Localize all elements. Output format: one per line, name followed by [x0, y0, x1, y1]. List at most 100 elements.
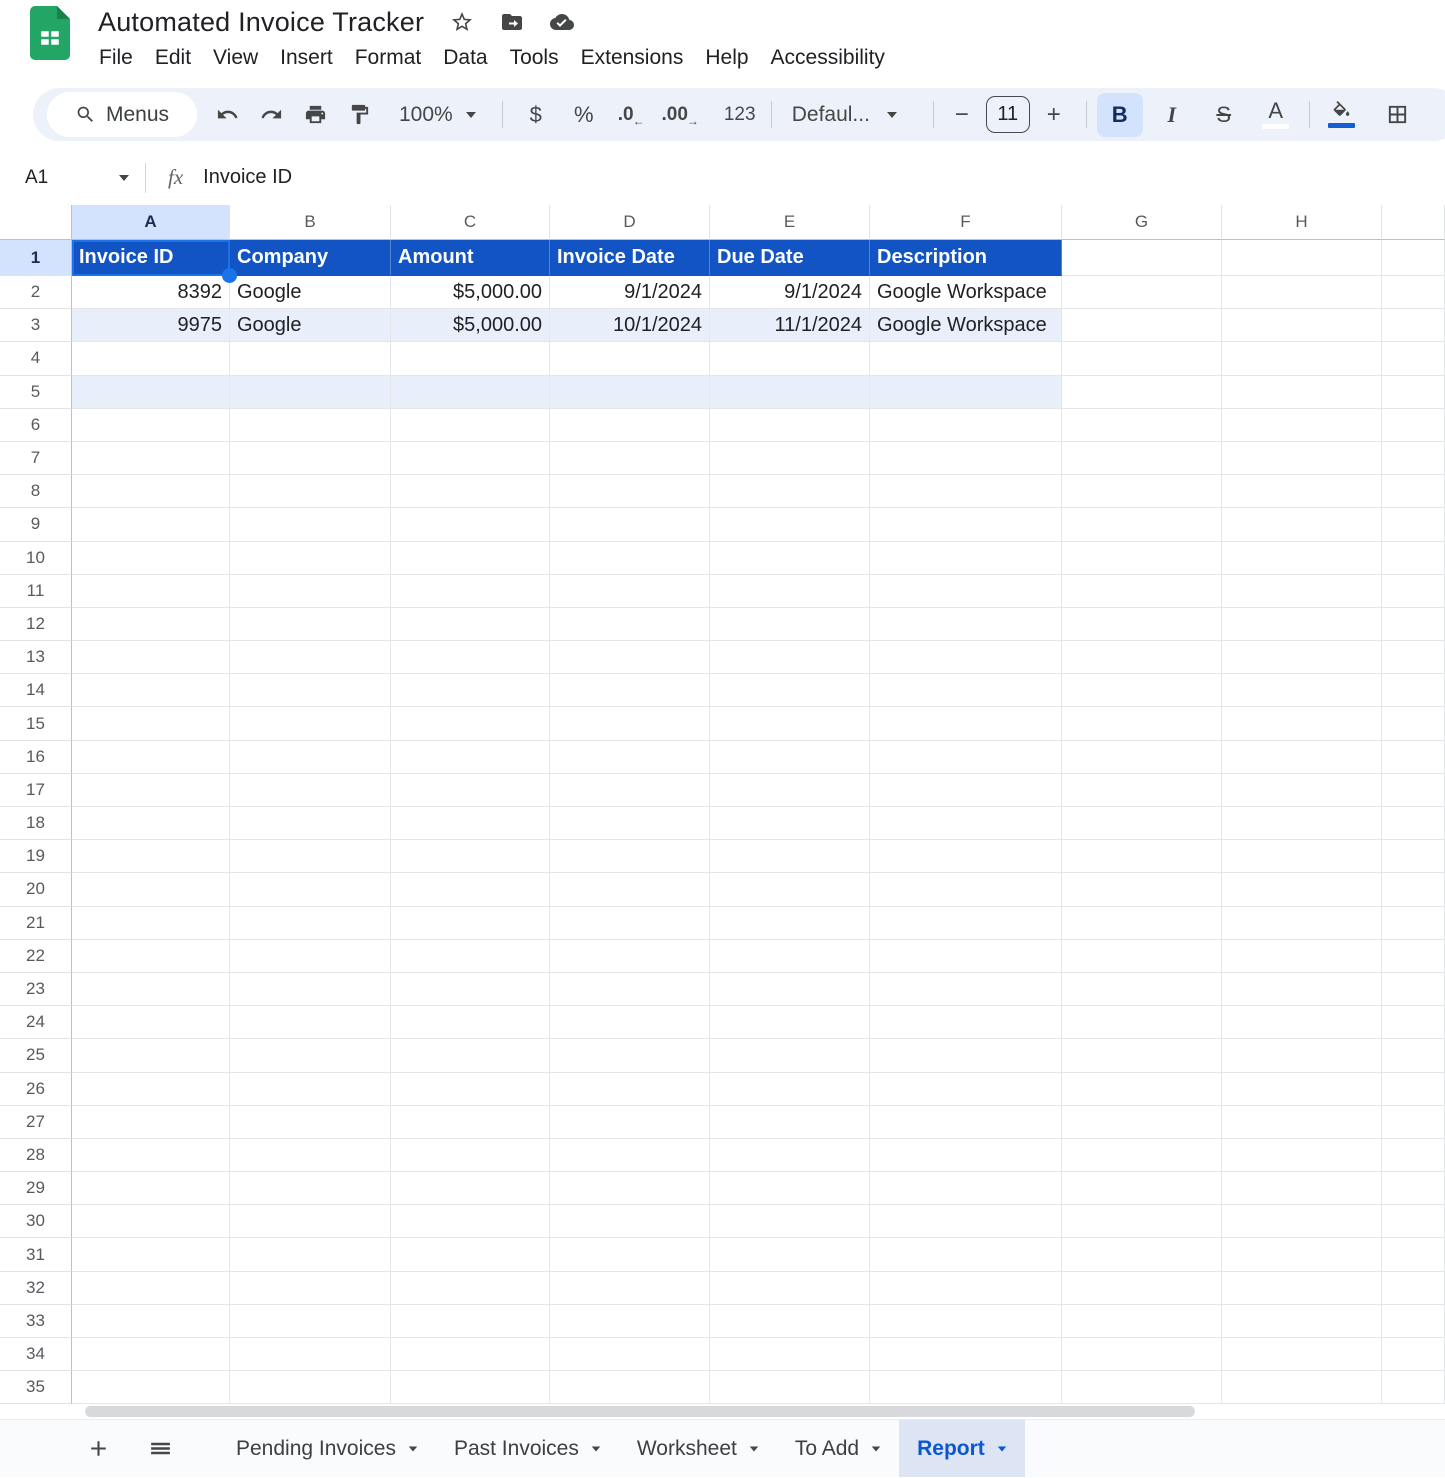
cell-X24[interactable] [1382, 1006, 1445, 1039]
cell-H26[interactable] [1222, 1073, 1382, 1106]
cell-A5[interactable] [72, 376, 230, 409]
cell-A4[interactable] [72, 342, 230, 375]
select-all-corner[interactable] [0, 205, 72, 240]
column-header-G[interactable]: G [1062, 205, 1222, 240]
cell-D10[interactable] [550, 542, 710, 575]
row-header-17[interactable]: 17 [0, 774, 72, 807]
cell-X27[interactable] [1382, 1106, 1445, 1139]
cell-G31[interactable] [1062, 1238, 1222, 1271]
menu-insert[interactable]: Insert [269, 43, 344, 73]
cell-C4[interactable] [391, 342, 550, 375]
cell-D21[interactable] [550, 907, 710, 940]
cell-E2[interactable]: 9/1/2024 [710, 276, 870, 309]
cell-C20[interactable] [391, 873, 550, 906]
cell-F26[interactable] [870, 1073, 1062, 1106]
cell-H24[interactable] [1222, 1006, 1382, 1039]
tab-to-add[interactable]: To Add [777, 1420, 899, 1477]
cell-D7[interactable] [550, 442, 710, 475]
cell-D29[interactable] [550, 1172, 710, 1205]
row-header-7[interactable]: 7 [0, 442, 72, 475]
cell-H7[interactable] [1222, 442, 1382, 475]
cell-X12[interactable] [1382, 608, 1445, 641]
cell-D23[interactable] [550, 973, 710, 1006]
cell-H25[interactable] [1222, 1039, 1382, 1072]
redo-button[interactable] [249, 93, 293, 137]
row-header-23[interactable]: 23 [0, 973, 72, 1006]
horizontal-scrollbar[interactable] [0, 1404, 1445, 1419]
cell-G27[interactable] [1062, 1106, 1222, 1139]
tab-pending-invoices[interactable]: Pending Invoices [218, 1420, 436, 1477]
cell-H11[interactable] [1222, 575, 1382, 608]
cell-E17[interactable] [710, 774, 870, 807]
cell-C28[interactable] [391, 1139, 550, 1172]
cell-X7[interactable] [1382, 442, 1445, 475]
row-header-10[interactable]: 10 [0, 542, 72, 575]
cell-H34[interactable] [1222, 1338, 1382, 1371]
cell-C29[interactable] [391, 1172, 550, 1205]
cell-A9[interactable] [72, 508, 230, 541]
format-percent-button[interactable]: % [565, 93, 603, 137]
cell-E33[interactable] [710, 1305, 870, 1338]
cell-H2[interactable] [1222, 276, 1382, 309]
menu-tools[interactable]: Tools [499, 43, 570, 73]
row-header-28[interactable]: 28 [0, 1139, 72, 1172]
cell-B27[interactable] [230, 1106, 391, 1139]
cell-H15[interactable] [1222, 707, 1382, 740]
cell-X1[interactable] [1382, 240, 1445, 276]
format-currency-button[interactable]: $ [517, 93, 555, 137]
cell-B18[interactable] [230, 807, 391, 840]
cell-H33[interactable] [1222, 1305, 1382, 1338]
cell-D20[interactable] [550, 873, 710, 906]
row-header-24[interactable]: 24 [0, 1006, 72, 1039]
cell-X19[interactable] [1382, 840, 1445, 873]
cell-B6[interactable] [230, 409, 391, 442]
cell-A10[interactable] [72, 542, 230, 575]
cell-E1[interactable]: Due Date [710, 240, 870, 276]
cell-F5[interactable] [870, 376, 1062, 409]
cell-G16[interactable] [1062, 741, 1222, 774]
star-icon[interactable] [450, 10, 474, 34]
cell-H6[interactable] [1222, 409, 1382, 442]
italic-button[interactable]: I [1149, 93, 1195, 137]
cell-B25[interactable] [230, 1039, 391, 1072]
cell-F11[interactable] [870, 575, 1062, 608]
cell-A14[interactable] [72, 674, 230, 707]
cell-D18[interactable] [550, 807, 710, 840]
row-header-9[interactable]: 9 [0, 508, 72, 541]
cell-F17[interactable] [870, 774, 1062, 807]
cell-D5[interactable] [550, 376, 710, 409]
cell-X5[interactable] [1382, 376, 1445, 409]
cell-H14[interactable] [1222, 674, 1382, 707]
cell-B22[interactable] [230, 940, 391, 973]
cell-G25[interactable] [1062, 1039, 1222, 1072]
cell-C12[interactable] [391, 608, 550, 641]
cell-C8[interactable] [391, 475, 550, 508]
cell-E11[interactable] [710, 575, 870, 608]
row-header-34[interactable]: 34 [0, 1338, 72, 1371]
cell-C10[interactable] [391, 542, 550, 575]
cell-G23[interactable] [1062, 973, 1222, 1006]
cell-B30[interactable] [230, 1205, 391, 1238]
cell-H5[interactable] [1222, 376, 1382, 409]
cell-B17[interactable] [230, 774, 391, 807]
cell-A19[interactable] [72, 840, 230, 873]
cell-A2[interactable]: 8392 [72, 276, 230, 309]
cell-X23[interactable] [1382, 973, 1445, 1006]
cell-H4[interactable] [1222, 342, 1382, 375]
cell-E30[interactable] [710, 1205, 870, 1238]
cell-D30[interactable] [550, 1205, 710, 1238]
cell-B2[interactable]: Google [230, 276, 391, 309]
cell-G8[interactable] [1062, 475, 1222, 508]
cell-C6[interactable] [391, 409, 550, 442]
cell-H28[interactable] [1222, 1139, 1382, 1172]
bold-button[interactable]: B [1097, 93, 1143, 137]
cell-H17[interactable] [1222, 774, 1382, 807]
fill-color-button[interactable] [1320, 93, 1364, 137]
cell-F28[interactable] [870, 1139, 1062, 1172]
cell-E34[interactable] [710, 1338, 870, 1371]
cell-E4[interactable] [710, 342, 870, 375]
increase-font-size-button[interactable]: + [1038, 93, 1070, 137]
row-header-22[interactable]: 22 [0, 940, 72, 973]
cell-B32[interactable] [230, 1272, 391, 1305]
row-header-19[interactable]: 19 [0, 840, 72, 873]
